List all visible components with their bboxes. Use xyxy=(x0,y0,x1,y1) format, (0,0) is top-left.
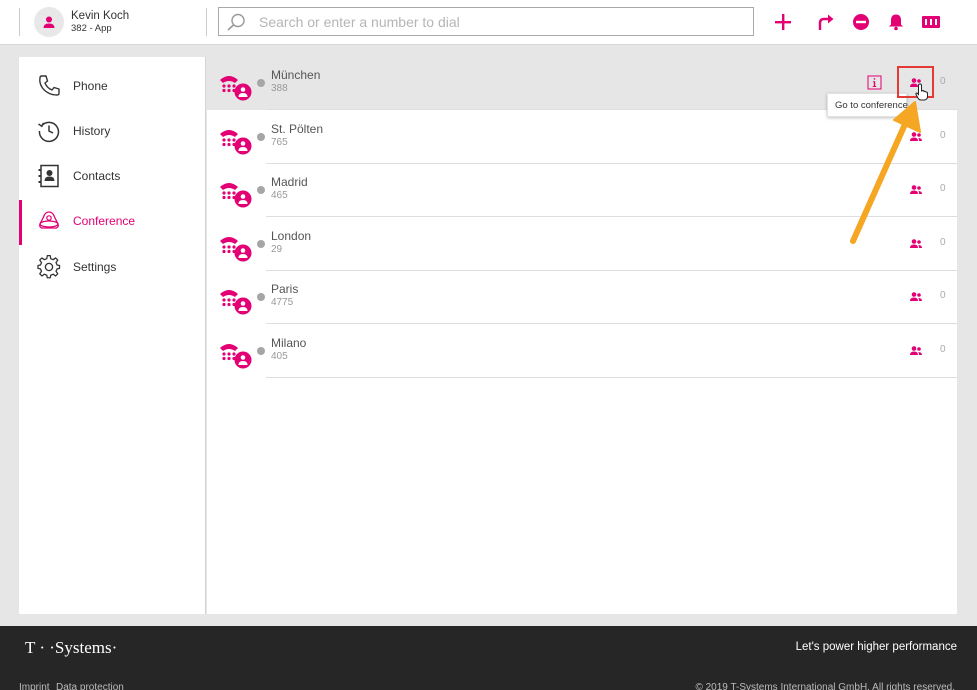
sidebar-item-history[interactable]: History xyxy=(19,110,206,152)
footer: T · ·Systems· Let's power higher perform… xyxy=(0,626,977,690)
bell-icon xyxy=(889,14,903,31)
contacts-icon xyxy=(38,164,59,188)
app-header: Kevin Koch 382 - App xyxy=(0,0,977,45)
sidebar-item-label: History xyxy=(73,124,111,138)
go-to-conference-icon[interactable] xyxy=(909,290,923,304)
status-dot xyxy=(257,293,265,302)
sidebar-item-contacts[interactable]: Contacts xyxy=(19,155,206,197)
phone-icon xyxy=(39,75,60,96)
call-forward-button[interactable] xyxy=(815,11,837,33)
do-not-disturb-button[interactable] xyxy=(850,11,872,33)
status-dot xyxy=(257,347,265,355)
conference-number: 29 xyxy=(271,243,283,255)
search-box xyxy=(218,7,754,36)
row-divider xyxy=(266,377,957,378)
dnd-icon xyxy=(853,14,869,30)
annotation-arrow-icon xyxy=(850,101,921,244)
participant-count: 0 xyxy=(940,236,946,248)
panel-icon xyxy=(922,16,940,28)
sidebar-item-settings[interactable]: Settings xyxy=(19,246,206,288)
participant-count: 0 xyxy=(940,344,946,355)
hand-cursor-icon xyxy=(915,83,928,101)
gear-icon xyxy=(37,255,61,279)
conference-room-icon xyxy=(220,290,252,315)
sidebar-item-phone[interactable]: Phone xyxy=(19,65,206,107)
status-dot xyxy=(257,239,265,248)
brand-logo: T · ·Systems· xyxy=(25,638,118,657)
sidebar-item-label: Conference xyxy=(73,214,136,228)
status-dot xyxy=(257,79,265,87)
search-input[interactable] xyxy=(259,8,739,35)
conference-room-icon xyxy=(220,76,252,101)
conference-name: St. Pölten xyxy=(271,121,324,136)
conference-number: 4775 xyxy=(271,297,294,309)
conference-number: 405 xyxy=(271,351,288,362)
participant-count: 0 xyxy=(940,76,946,87)
copyright: © 2019 T-Systems International GmbH. All… xyxy=(695,682,955,690)
conference-name: Madrid xyxy=(271,175,308,190)
conference-row[interactable]: Paris 4775 0 xyxy=(207,271,957,325)
conference-name: Milano xyxy=(271,336,307,350)
conference-number: 388 xyxy=(271,83,288,94)
add-button[interactable] xyxy=(772,11,794,33)
conference-number: 465 xyxy=(271,190,288,202)
conference-icon xyxy=(39,211,59,229)
data-protection-link[interactable]: Data protection xyxy=(56,682,124,690)
conference-room-icon xyxy=(220,183,252,208)
notifications-button[interactable] xyxy=(885,11,907,33)
panel-button[interactable] xyxy=(920,11,942,33)
participant-count: 0 xyxy=(940,129,946,141)
header-divider xyxy=(19,8,20,36)
user-name: Kevin Koch xyxy=(71,10,130,22)
conference-number: 765 xyxy=(271,136,288,148)
go-to-conference-icon[interactable] xyxy=(909,344,923,358)
user-line: 382 - App xyxy=(71,23,112,34)
conference-name: Paris xyxy=(271,282,299,297)
conference-room-icon xyxy=(220,236,252,262)
conference-room-icon xyxy=(220,344,252,369)
header-divider xyxy=(206,8,207,36)
conference-room-icon xyxy=(220,129,252,155)
info-icon[interactable] xyxy=(867,75,882,90)
conference-name: München xyxy=(271,68,321,82)
sidebar-item-label: Settings xyxy=(73,260,117,274)
user-avatar[interactable] xyxy=(34,7,64,37)
conference-name: London xyxy=(271,228,312,243)
sidebar-item-label: Contacts xyxy=(73,169,121,183)
conference-row[interactable]: Milano 405 0 xyxy=(207,325,957,378)
sidebar-item-label: Phone xyxy=(73,79,108,93)
forward-icon xyxy=(818,14,834,30)
search-icon xyxy=(227,13,245,31)
user-icon xyxy=(43,16,55,28)
status-dot xyxy=(257,132,265,141)
imprint-link[interactable]: Imprint xyxy=(19,682,50,690)
sidebar-item-conference[interactable]: Conference xyxy=(19,200,206,245)
add-icon xyxy=(775,14,791,30)
sidebar: Phone History Contacts Conference Settin… xyxy=(19,57,206,614)
tagline: Let's power higher performance xyxy=(795,641,957,653)
clock-icon xyxy=(38,121,60,143)
participant-count: 0 xyxy=(940,183,946,195)
status-dot xyxy=(257,186,265,195)
participant-count: 0 xyxy=(940,290,946,302)
